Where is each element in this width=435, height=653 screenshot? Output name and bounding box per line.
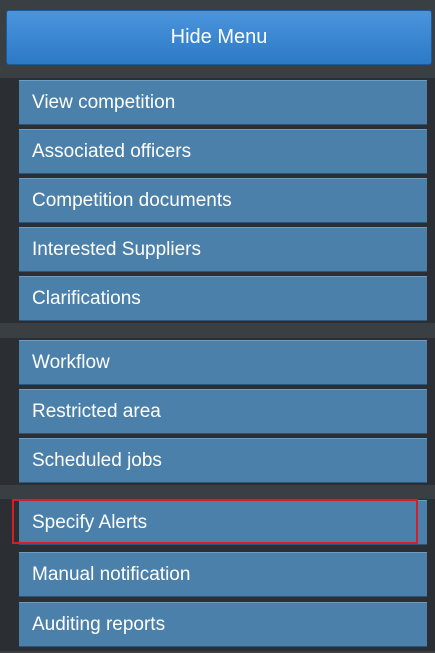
menu-item-interested-suppliers[interactable]: Interested Suppliers: [19, 227, 427, 272]
menu-item-view-competition[interactable]: View competition: [19, 80, 427, 125]
menu-item-manual-notification[interactable]: Manual notification: [19, 552, 427, 597]
menu-item-restricted-area[interactable]: Restricted area: [19, 389, 427, 434]
menu-item-clarifications[interactable]: Clarifications: [19, 276, 427, 321]
menu-item-competition-documents[interactable]: Competition documents: [19, 178, 427, 223]
hide-menu-button[interactable]: Hide Menu: [6, 10, 432, 65]
menu-item-auditing-reports[interactable]: Auditing reports: [19, 602, 427, 647]
menu-item-scheduled-jobs[interactable]: Scheduled jobs: [19, 438, 427, 483]
menu-item-associated-officers[interactable]: Associated officers: [19, 129, 427, 174]
menu-item-workflow[interactable]: Workflow: [19, 340, 427, 385]
side-menu: Hide Menu View competition Associated of…: [0, 0, 435, 653]
menu-item-specify-alerts[interactable]: Specify Alerts: [19, 500, 427, 545]
